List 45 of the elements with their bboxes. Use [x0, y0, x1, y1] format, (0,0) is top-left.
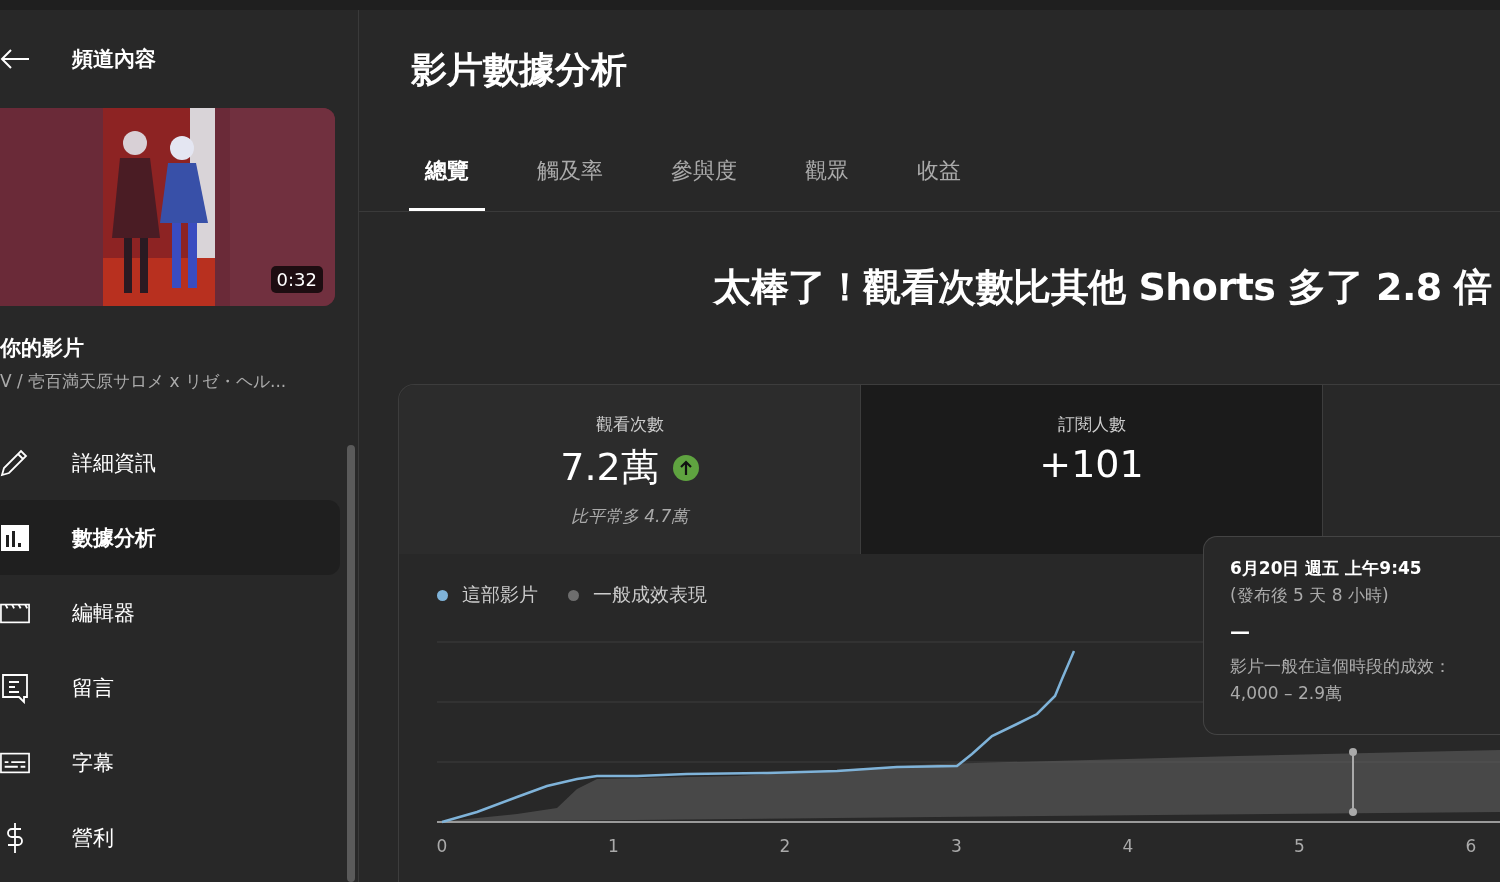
back-arrow-icon[interactable] [0, 49, 30, 69]
metric-label: 訂閱人數 [1057, 413, 1126, 436]
tab[interactable]: 總覽 [409, 142, 485, 211]
headline: 太棒了！觀看次數比其他 Shorts 多了 2.8 倍 [713, 264, 1492, 311]
metric-tile[interactable]: 訂閱人數 +101 [861, 385, 1323, 554]
nav-item[interactable]: 留言 [0, 650, 340, 725]
metric-value: 7.2萬 [560, 444, 659, 491]
comment-icon [0, 671, 30, 704]
scrollbar[interactable] [347, 445, 355, 882]
video-title: 你的影片 [0, 335, 85, 362]
axis-tick-label: 3 [951, 836, 962, 856]
axis-tick-label: 0 [436, 836, 448, 856]
nav-item[interactable]: 編輯器 [0, 575, 340, 650]
sidebar-title: 頻道內容 [72, 46, 156, 73]
page-title: 影片數據分析 [411, 48, 628, 92]
nav-item[interactable]: 數據分析 [0, 500, 340, 575]
trend-up-icon [672, 454, 699, 481]
duration-badge: 0:32 [270, 266, 323, 293]
tab[interactable]: 收益 [901, 142, 977, 211]
nav-item[interactable]: 營利 [0, 800, 340, 875]
axis-tick-label: 5 [1294, 836, 1305, 856]
tab[interactable]: 參與度 [655, 142, 753, 211]
tooltip-elapsed: (發布後 5 天 8 小時) [1230, 584, 1389, 607]
analytics-icon [0, 522, 30, 553]
tooltip-date: 6月20日 週五 上午9:45 [1230, 557, 1422, 580]
nav-item[interactable]: 字幕 [0, 725, 340, 800]
axis-tick-label: 6 [1465, 836, 1477, 856]
metric-label: 觀看次數 [595, 413, 664, 436]
legend-label: 這部影片 [462, 582, 538, 607]
tooltip-dash: — [1230, 621, 1250, 641]
metric-value: +101 [1039, 442, 1144, 486]
legend-label: 一般成效表現 [593, 582, 707, 607]
tab[interactable]: 觀眾 [789, 142, 865, 211]
metric-tile[interactable]: 觀看次數 7.2萬 比平常多 4.7萬 [399, 385, 861, 554]
axis-tick-label: 2 [779, 836, 791, 856]
pencil-icon [0, 447, 30, 478]
tab[interactable]: 觸及率 [521, 142, 619, 211]
video-subtitle: V / 壱百満天原サロメ x リゼ・ヘル... [0, 370, 288, 393]
metric-note: 比平常多 4.7萬 [570, 505, 689, 528]
tooltip-range: 4,000 – 2.9萬 [1230, 682, 1342, 705]
nav-item[interactable]: 詳細資訊 [0, 425, 340, 500]
tooltip-caption: 影片一般在這個時段的成效： [1230, 655, 1451, 678]
axis-tick-label: 1 [608, 836, 619, 856]
axis-tick-label: 4 [1122, 836, 1134, 856]
subtitles-icon [0, 750, 30, 775]
